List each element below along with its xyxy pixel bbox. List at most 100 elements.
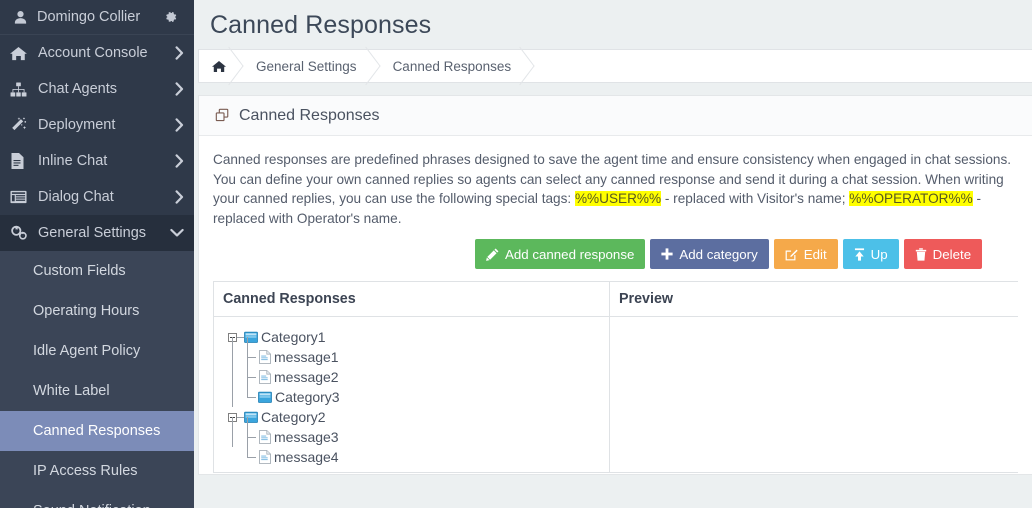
canned-responses-tree: Category1 message1 message2 Category3 Ca… xyxy=(214,317,609,467)
panel-description: Canned responses are predefined phrases … xyxy=(213,150,1018,228)
sidebar-item-canned-responses[interactable]: Canned Responses xyxy=(0,411,194,451)
home-icon xyxy=(10,46,32,61)
button-label: Delete xyxy=(932,246,972,262)
sidebar-subitem-label: Sound Notification xyxy=(33,503,151,508)
button-label: Add canned response xyxy=(505,246,635,262)
tree-line xyxy=(237,416,244,418)
file-icon xyxy=(259,370,271,385)
tree-node-category1[interactable]: Category1 xyxy=(228,327,609,347)
breadcrumb-label: General Settings xyxy=(256,58,357,74)
edit-button[interactable]: Edit xyxy=(773,239,838,270)
chevron-right-icon xyxy=(175,190,184,204)
sidebar-item-operating-hours[interactable]: Operating Hours xyxy=(0,291,194,331)
tree-line xyxy=(244,377,258,407)
tree-node-label: message1 xyxy=(274,349,339,366)
pencil-square-icon xyxy=(785,248,798,261)
tree-node-label: Category2 xyxy=(261,409,326,426)
magic-wand-icon xyxy=(10,117,32,133)
tree-node-message4[interactable]: message4 xyxy=(228,437,609,467)
tree-node-message1[interactable]: message1 xyxy=(228,337,609,368)
sidebar-item-white-label[interactable]: White Label xyxy=(0,371,194,411)
sidebar-subitem-label: Canned Responses xyxy=(33,423,161,439)
button-label: Edit xyxy=(803,246,827,262)
sidebar-item-label: General Settings xyxy=(38,225,147,241)
column-header-canned-responses: Canned Responses xyxy=(214,282,609,318)
file-icon xyxy=(259,430,271,445)
button-label: Up xyxy=(870,246,888,262)
sidebar-subitem-label: Idle Agent Policy xyxy=(33,343,141,359)
sidebar-item-chat-agents[interactable]: Chat Agents xyxy=(0,71,194,107)
file-text-icon xyxy=(10,153,32,169)
plus-icon xyxy=(661,248,673,260)
clone-icon xyxy=(215,108,230,123)
breadcrumb-home[interactable] xyxy=(199,49,240,83)
preview-pane xyxy=(610,317,1018,337)
file-icon xyxy=(259,450,271,465)
tree-node-message3[interactable]: message3 xyxy=(228,417,609,448)
sidebar-item-sound-notification[interactable]: Sound Notification xyxy=(0,491,194,508)
pencil-icon xyxy=(486,248,499,261)
sidebar: Domingo Collier Account Console Chat Age… xyxy=(0,0,194,508)
add-canned-response-button[interactable]: Add canned response xyxy=(475,239,646,270)
chevron-down-icon xyxy=(170,228,184,238)
chevron-right-icon xyxy=(175,154,184,168)
sidebar-subitem-label: Custom Fields xyxy=(33,263,126,279)
panel-header: Canned Responses xyxy=(199,96,1032,136)
sidebar-item-deployment[interactable]: Deployment xyxy=(0,107,194,143)
tree-line xyxy=(228,417,244,448)
tree-node-message2[interactable]: message2 xyxy=(228,357,609,388)
gear-icon[interactable] xyxy=(164,10,184,24)
sitemap-icon xyxy=(10,81,32,97)
trash-icon xyxy=(915,248,927,261)
breadcrumb-general-settings[interactable]: General Settings xyxy=(240,49,377,83)
tree-node-label: message4 xyxy=(274,449,339,466)
tree-line xyxy=(244,437,258,467)
tag-operator: %%OPERATOR%% xyxy=(849,191,973,207)
user-profile-row[interactable]: Domingo Collier xyxy=(0,0,194,35)
button-label: Add category xyxy=(679,246,758,262)
move-up-button[interactable]: Up xyxy=(842,239,899,270)
sidebar-item-ip-access-rules[interactable]: IP Access Rules xyxy=(0,451,194,491)
sidebar-item-label: Deployment xyxy=(38,117,116,133)
user-icon xyxy=(10,10,30,25)
add-category-button[interactable]: Add category xyxy=(650,239,769,270)
main-content: Canned Responses General Settings Canned… xyxy=(194,0,1032,508)
sidebar-item-account-console[interactable]: Account Console xyxy=(0,35,194,71)
table-column-canned-responses: Canned Responses Category1 message1 mess… xyxy=(214,282,610,473)
arrow-up-icon xyxy=(854,248,865,261)
delete-button[interactable]: Delete xyxy=(903,239,983,270)
sidebar-item-dialog-chat[interactable]: Dialog Chat xyxy=(0,179,194,215)
panel-title: Canned Responses xyxy=(239,106,380,124)
tree-node-label: message2 xyxy=(274,369,339,386)
page-title: Canned Responses xyxy=(210,11,432,39)
breadcrumb-canned-responses[interactable]: Canned Responses xyxy=(377,49,532,83)
tree-node-category3[interactable]: Category3 xyxy=(228,377,609,408)
canned-responses-table: Canned Responses Category1 message1 mess… xyxy=(213,281,1018,474)
sidebar-item-custom-fields[interactable]: Custom Fields xyxy=(0,251,194,291)
canned-responses-panel: Canned Responses Canned responses are pr… xyxy=(198,95,1032,475)
chevron-right-icon xyxy=(175,118,184,132)
sidebar-item-label: Dialog Chat xyxy=(38,189,114,205)
action-button-row: Add canned response Add category Edit Up… xyxy=(475,239,1018,270)
breadcrumb: General Settings Canned Responses xyxy=(198,49,1032,83)
tree-node-label: Category1 xyxy=(261,329,326,346)
home-icon xyxy=(212,60,226,73)
window-icon xyxy=(10,190,32,204)
sidebar-item-inline-chat[interactable]: Inline Chat xyxy=(0,143,194,179)
tree-line xyxy=(237,336,244,338)
tree-line xyxy=(228,357,244,388)
chevron-right-icon xyxy=(175,82,184,96)
sidebar-item-idle-agent-policy[interactable]: Idle Agent Policy xyxy=(0,331,194,371)
tree-node-category2[interactable]: Category2 xyxy=(228,407,609,427)
tree-node-label: message3 xyxy=(274,429,339,446)
tree-line xyxy=(228,377,244,408)
tree-line xyxy=(228,447,244,467)
sidebar-item-general-settings[interactable]: General Settings xyxy=(0,215,194,251)
sidebar-item-label: Inline Chat xyxy=(38,153,108,169)
tree-node-label: Category3 xyxy=(275,389,340,406)
folder-icon xyxy=(258,391,272,404)
tree-line xyxy=(228,337,244,368)
sidebar-submenu-general-settings: Custom Fields Operating Hours Idle Agent… xyxy=(0,251,194,508)
cogs-icon xyxy=(10,225,32,241)
table-column-preview: Preview xyxy=(610,282,1018,472)
